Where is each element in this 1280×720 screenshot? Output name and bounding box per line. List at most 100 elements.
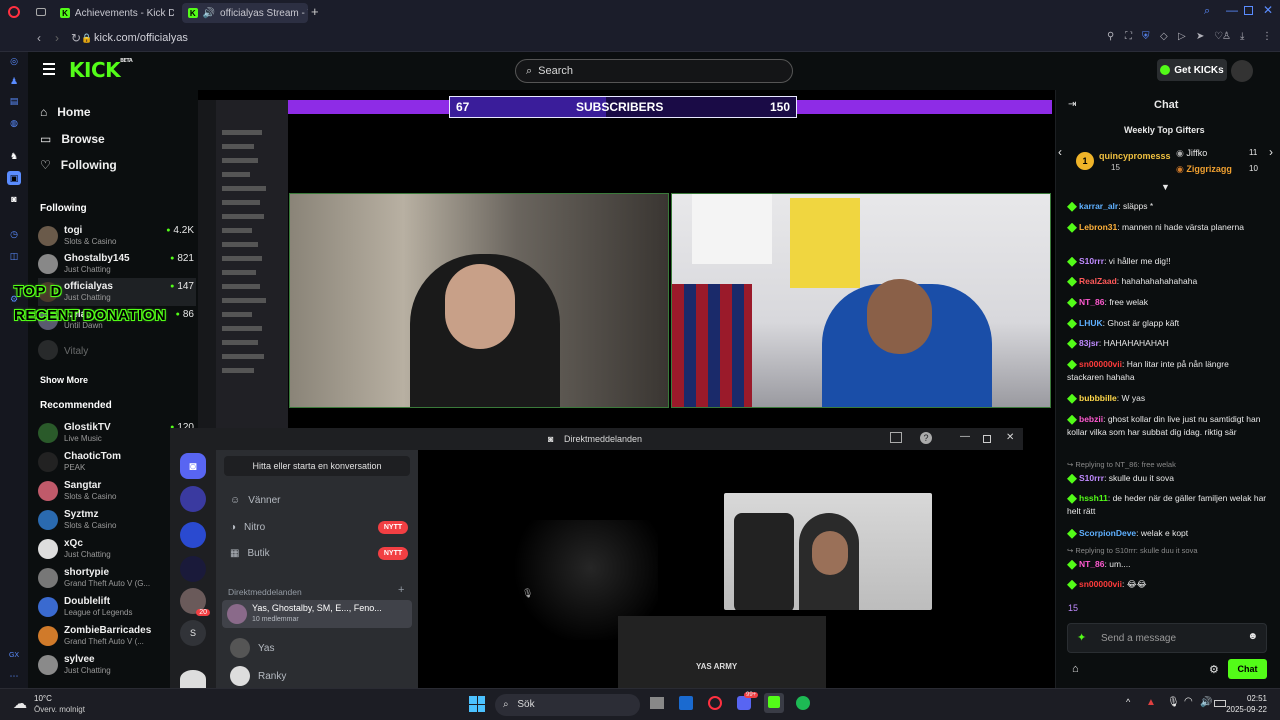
gx-icon[interactable]: GX bbox=[7, 649, 21, 663]
server-icon[interactable] bbox=[180, 670, 206, 688]
chat-username[interactable]: sn00000vii bbox=[1079, 579, 1122, 589]
kick-logo[interactable]: KICKBETA bbox=[69, 58, 133, 82]
bookmark-icon[interactable]: ◫ bbox=[7, 249, 21, 263]
discord-taskbar-icon[interactable]: 99+ bbox=[737, 692, 759, 710]
kick-taskbar-icon[interactable] bbox=[764, 693, 784, 713]
maximize-icon[interactable] bbox=[1244, 6, 1253, 15]
top-gifter-3[interactable]: ◉ Ziggrizagg bbox=[1176, 164, 1232, 175]
tab-switcher-icon[interactable] bbox=[36, 8, 46, 16]
shop-item[interactable]: ▦ Butik NYTT bbox=[230, 547, 420, 560]
chat-username[interactable]: S10rrr bbox=[1079, 473, 1104, 483]
send-icon[interactable]: ➤ bbox=[1196, 31, 1204, 42]
start-button[interactable] bbox=[469, 696, 485, 712]
weather-icon[interactable]: ☁ bbox=[13, 695, 27, 712]
spotify-icon[interactable] bbox=[796, 696, 810, 710]
following-item-offline[interactable]: Vitaly bbox=[38, 340, 196, 368]
show-more-link[interactable]: Show More bbox=[40, 375, 88, 385]
kick-side-icon[interactable]: ♞ bbox=[7, 149, 21, 163]
taskbar-search[interactable]: ⌕ Sök bbox=[495, 694, 640, 716]
play-icon[interactable]: ▷ bbox=[1178, 31, 1186, 42]
server-icon[interactable]: 20 bbox=[180, 588, 210, 616]
chat-username[interactable]: karrar_alr bbox=[1079, 201, 1118, 211]
opera-logo-icon[interactable] bbox=[8, 6, 20, 18]
chat-username[interactable]: 83jsr bbox=[1079, 338, 1099, 348]
chat-username[interactable]: sn00000vii bbox=[1079, 359, 1122, 369]
server-letter[interactable]: S bbox=[180, 620, 206, 646]
hamburger-menu-icon[interactable] bbox=[43, 63, 55, 75]
chat-username[interactable]: hssh11 bbox=[1079, 493, 1108, 503]
pin-icon[interactable]: ⚲ bbox=[1107, 31, 1114, 42]
nav-following[interactable]: ♡ Following bbox=[40, 158, 117, 172]
chat-username[interactable]: bubbbille bbox=[1079, 393, 1117, 403]
wifi-icon[interactable]: ◠ bbox=[1184, 696, 1193, 707]
tray-app-icon[interactable]: ▲ bbox=[1146, 697, 1156, 708]
chat-username[interactable]: Lebron31 bbox=[1079, 222, 1117, 232]
back-icon[interactable]: ‹ bbox=[37, 31, 41, 45]
new-tab-button[interactable]: + bbox=[311, 4, 319, 19]
tab-achievements[interactable]: K Achievements - Kick Dash bbox=[54, 3, 174, 23]
nav-browse[interactable]: ▭ Browse bbox=[40, 132, 105, 146]
tab-officialyas[interactable]: K 🔊 officialyas Stream - V bbox=[182, 3, 308, 23]
profile-icon[interactable]: ♙ bbox=[1222, 31, 1231, 42]
twitch-icon[interactable]: ▣ bbox=[7, 171, 21, 185]
chat-username[interactable]: S10rrr bbox=[1079, 256, 1104, 266]
extension-icon[interactable]: ◇ bbox=[1160, 31, 1168, 42]
close-window-icon[interactable]: ✕ bbox=[1263, 3, 1273, 17]
store-icon[interactable]: ⌂ bbox=[1072, 663, 1079, 675]
shield-icon[interactable]: ⛨ bbox=[1142, 31, 1150, 42]
discord-home-button[interactable]: ◙ bbox=[180, 453, 206, 479]
chat-username[interactable]: RealZaad bbox=[1079, 276, 1117, 286]
download-icon[interactable]: ⤓ bbox=[1240, 31, 1244, 42]
server-icon[interactable] bbox=[180, 486, 206, 512]
forward-icon[interactable]: › bbox=[55, 31, 59, 45]
volume-icon[interactable]: 🔊 bbox=[1200, 697, 1212, 708]
close-icon[interactable]: ✕ bbox=[1006, 432, 1014, 443]
microphone-icon[interactable]: 🎙 bbox=[1167, 697, 1180, 708]
server-icon[interactable] bbox=[180, 556, 206, 582]
file-explorer-icon[interactable] bbox=[650, 697, 664, 709]
menu-dots-icon[interactable]: ⋮ bbox=[1262, 31, 1272, 42]
bag-icon[interactable]: ♟ bbox=[7, 74, 21, 88]
pinned-chevron-icon[interactable]: ▼ bbox=[1161, 182, 1170, 192]
url-field[interactable]: kick.com/officialyas bbox=[94, 32, 188, 44]
discord-side-icon[interactable]: ◙ bbox=[7, 192, 21, 206]
reload-icon[interactable]: ↻ bbox=[71, 31, 81, 45]
chat-input[interactable]: ✦ Send a message ☻ bbox=[1067, 623, 1267, 653]
collapse-chat-icon[interactable]: ⇥ bbox=[1068, 99, 1076, 110]
chat-username[interactable]: NT_86 bbox=[1079, 297, 1105, 307]
clock-date[interactable]: 2025-09-22 bbox=[1221, 705, 1267, 714]
dm-item-group[interactable]: Yas, Ghostalby, SM, E..., Feno... 10 med… bbox=[222, 600, 412, 628]
following-item[interactable]: Ghostalby145Just Chatting821 bbox=[38, 250, 196, 278]
aria-icon[interactable]: ◎ bbox=[7, 54, 21, 68]
screenshot-icon[interactable]: ⛶ bbox=[1125, 31, 1132, 42]
help-icon[interactable]: ? bbox=[920, 432, 932, 444]
messenger-icon[interactable]: ◍ bbox=[7, 116, 21, 130]
dm-item[interactable]: Ranky bbox=[230, 666, 286, 686]
add-dm-button[interactable]: + bbox=[398, 584, 404, 596]
more-icon[interactable]: ⋯ bbox=[7, 669, 21, 683]
dm-item[interactable]: Yas bbox=[230, 638, 275, 658]
clock-time[interactable]: 02:51 bbox=[1221, 694, 1267, 703]
opera-taskbar-icon[interactable] bbox=[708, 696, 722, 710]
gifters-prev-icon[interactable]: ‹ bbox=[1058, 145, 1062, 159]
chat-settings-icon[interactable]: ⚙ bbox=[1209, 663, 1219, 676]
nitro-item[interactable]: ◑ Nitro NYTT bbox=[230, 521, 420, 534]
search-input[interactable]: ⌕ Search bbox=[515, 59, 793, 83]
discord-window[interactable]: ◙ Direktmeddelanden ? — ✕ ◙ 20 S Hitta e… bbox=[170, 428, 1023, 688]
search-tabs-icon[interactable]: ⌕ bbox=[1204, 5, 1210, 18]
find-conversation-button[interactable]: Hitta eller starta en konversation bbox=[224, 456, 410, 476]
chat-username[interactable]: bebzii bbox=[1079, 414, 1103, 424]
history-icon[interactable]: ◷ bbox=[7, 227, 21, 241]
emoji-icon[interactable]: ☻ bbox=[1247, 631, 1258, 642]
outlook-icon[interactable] bbox=[679, 696, 693, 710]
chat-username[interactable]: NT_86 bbox=[1079, 559, 1105, 569]
get-kicks-button[interactable]: Get KICKs bbox=[1157, 59, 1227, 81]
friends-item[interactable]: ☺ Vänner bbox=[230, 495, 420, 506]
news-icon[interactable]: ▤ bbox=[7, 94, 21, 108]
tray-expand-icon[interactable]: ^ bbox=[1126, 697, 1130, 707]
server-icon[interactable] bbox=[180, 522, 206, 548]
nav-home[interactable]: ⌂ Home bbox=[40, 105, 91, 119]
maximize-icon[interactable] bbox=[983, 435, 991, 443]
chat-send-button[interactable]: Chat bbox=[1228, 659, 1267, 679]
top-gifter-2[interactable]: ◉ Jiffko bbox=[1176, 148, 1207, 159]
